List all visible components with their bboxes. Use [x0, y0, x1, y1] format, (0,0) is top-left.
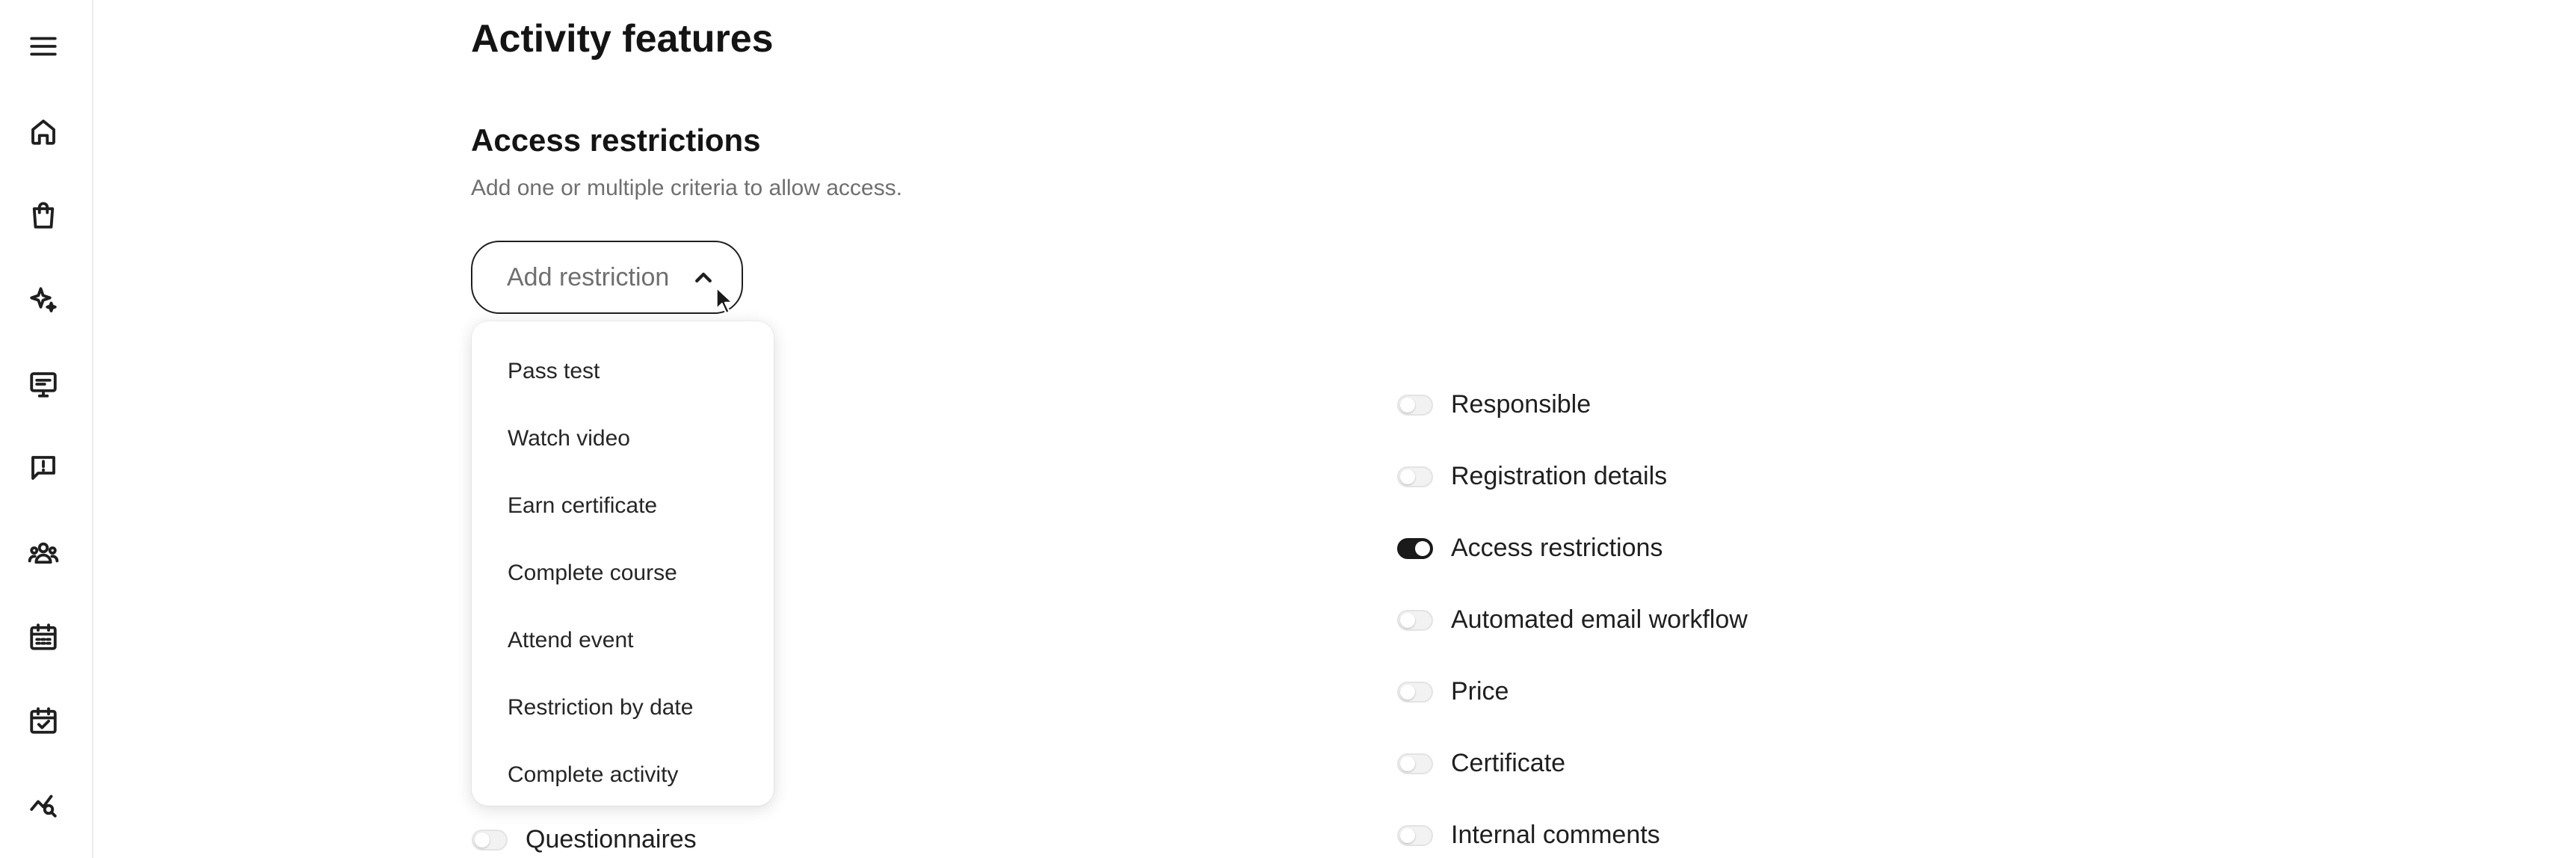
sparkles-icon[interactable]: [25, 283, 61, 318]
section-title: Access restrictions: [471, 123, 761, 158]
menu-icon[interactable]: [25, 28, 61, 64]
feature-row-automated-email-workflow: Automated email workflow: [1397, 605, 1748, 635]
chevron-up-icon: [692, 267, 715, 289]
feature-label: Price: [1451, 677, 1509, 706]
feature-row-responsible: Responsible: [1397, 390, 1591, 419]
feature-row-registration-details: Registration details: [1397, 462, 1667, 491]
toggle-access-restrictions[interactable]: [1397, 537, 1433, 559]
feature-label: Automated email workflow: [1451, 605, 1748, 634]
toggle-internal-comments[interactable]: [1397, 824, 1433, 846]
toggle-responsible[interactable]: [1397, 394, 1433, 416]
analytics-icon[interactable]: [25, 786, 61, 822]
menu-item-restriction-by-date[interactable]: Restriction by date: [472, 674, 774, 741]
toggle-certificate[interactable]: [1397, 753, 1433, 774]
users-icon[interactable]: [25, 535, 61, 571]
feature-label: Responsible: [1451, 390, 1591, 419]
add-restriction-placeholder: Add restriction: [507, 262, 670, 291]
feature-row-internal-comments: Internal comments: [1397, 821, 1660, 850]
sidebar: [0, 0, 93, 858]
main-content: Activity features Access restrictions Ad…: [93, 0, 2576, 858]
feedback-icon[interactable]: [25, 450, 61, 486]
home-icon[interactable]: [25, 114, 61, 149]
shopping-bag-icon[interactable]: [25, 197, 61, 233]
toggle-automated-email-workflow[interactable]: [1397, 609, 1433, 631]
add-restriction-select[interactable]: Add restriction: [471, 241, 743, 314]
feature-label: Access restrictions: [1451, 534, 1663, 562]
feature-label: Registration details: [1451, 462, 1668, 490]
feature-row-questionnaires: Questionnaires: [472, 825, 697, 854]
toggle-price[interactable]: [1397, 681, 1433, 703]
calendar-icon[interactable]: [25, 619, 61, 655]
menu-item-pass-test[interactable]: Pass test: [472, 338, 774, 405]
menu-item-watch-video[interactable]: Watch video: [472, 405, 774, 472]
calendar-check-icon[interactable]: [25, 703, 61, 738]
presentation-icon[interactable]: [25, 366, 61, 402]
feature-label: Internal comments: [1451, 821, 1660, 849]
feature-row-access-restrictions: Access restrictions: [1397, 534, 1663, 563]
menu-item-complete-course[interactable]: Complete course: [472, 540, 774, 607]
toggle-registration-details[interactable]: [1397, 466, 1433, 487]
mouse-cursor-icon: [715, 286, 734, 315]
menu-item-earn-certificate[interactable]: Earn certificate: [472, 472, 774, 540]
menu-item-complete-activity[interactable]: Complete activity: [472, 741, 774, 806]
feature-row-price: Price: [1397, 677, 1509, 706]
toggle-questionnaires[interactable]: [472, 829, 508, 851]
section-description: Add one or multiple criteria to allow ac…: [471, 176, 902, 200]
restriction-dropdown-menu: Pass test Watch video Earn certificate C…: [472, 321, 774, 806]
page-title: Activity features: [471, 17, 774, 61]
menu-item-attend-event[interactable]: Attend event: [472, 607, 774, 674]
feature-label: Questionnaires: [526, 825, 697, 854]
feature-label: Certificate: [1451, 749, 1566, 777]
feature-row-certificate: Certificate: [1397, 749, 1565, 778]
